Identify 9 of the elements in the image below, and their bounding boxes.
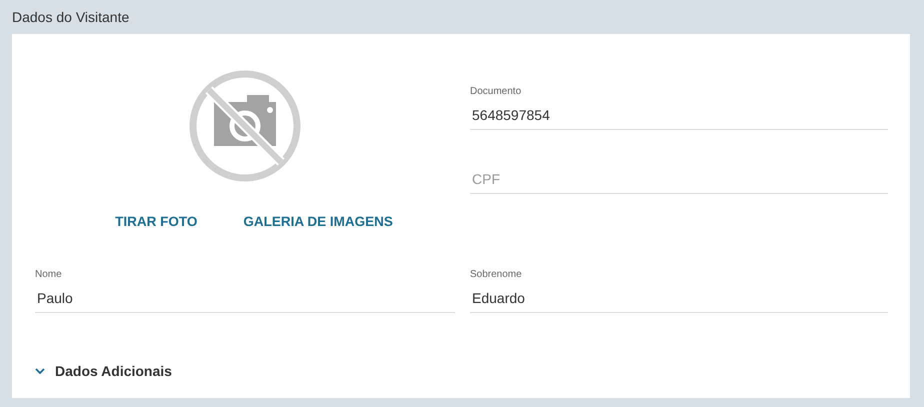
field-label: Documento [470, 86, 522, 98]
page-title: Dados do Visitante [12, 8, 130, 27]
field-label: Sobrenome [470, 269, 523, 281]
photo-action-button[interactable]: GALERIA DE IMAGENS [243, 210, 393, 233]
field-label: Nome [35, 269, 63, 281]
section-toggle[interactable]: Dados Adicionais [35, 363, 172, 379]
chevron-icon [35, 368, 45, 374]
no-camera-icon [189, 70, 301, 182]
photo-action-button[interactable]: TIRAR FOTO [115, 210, 198, 233]
